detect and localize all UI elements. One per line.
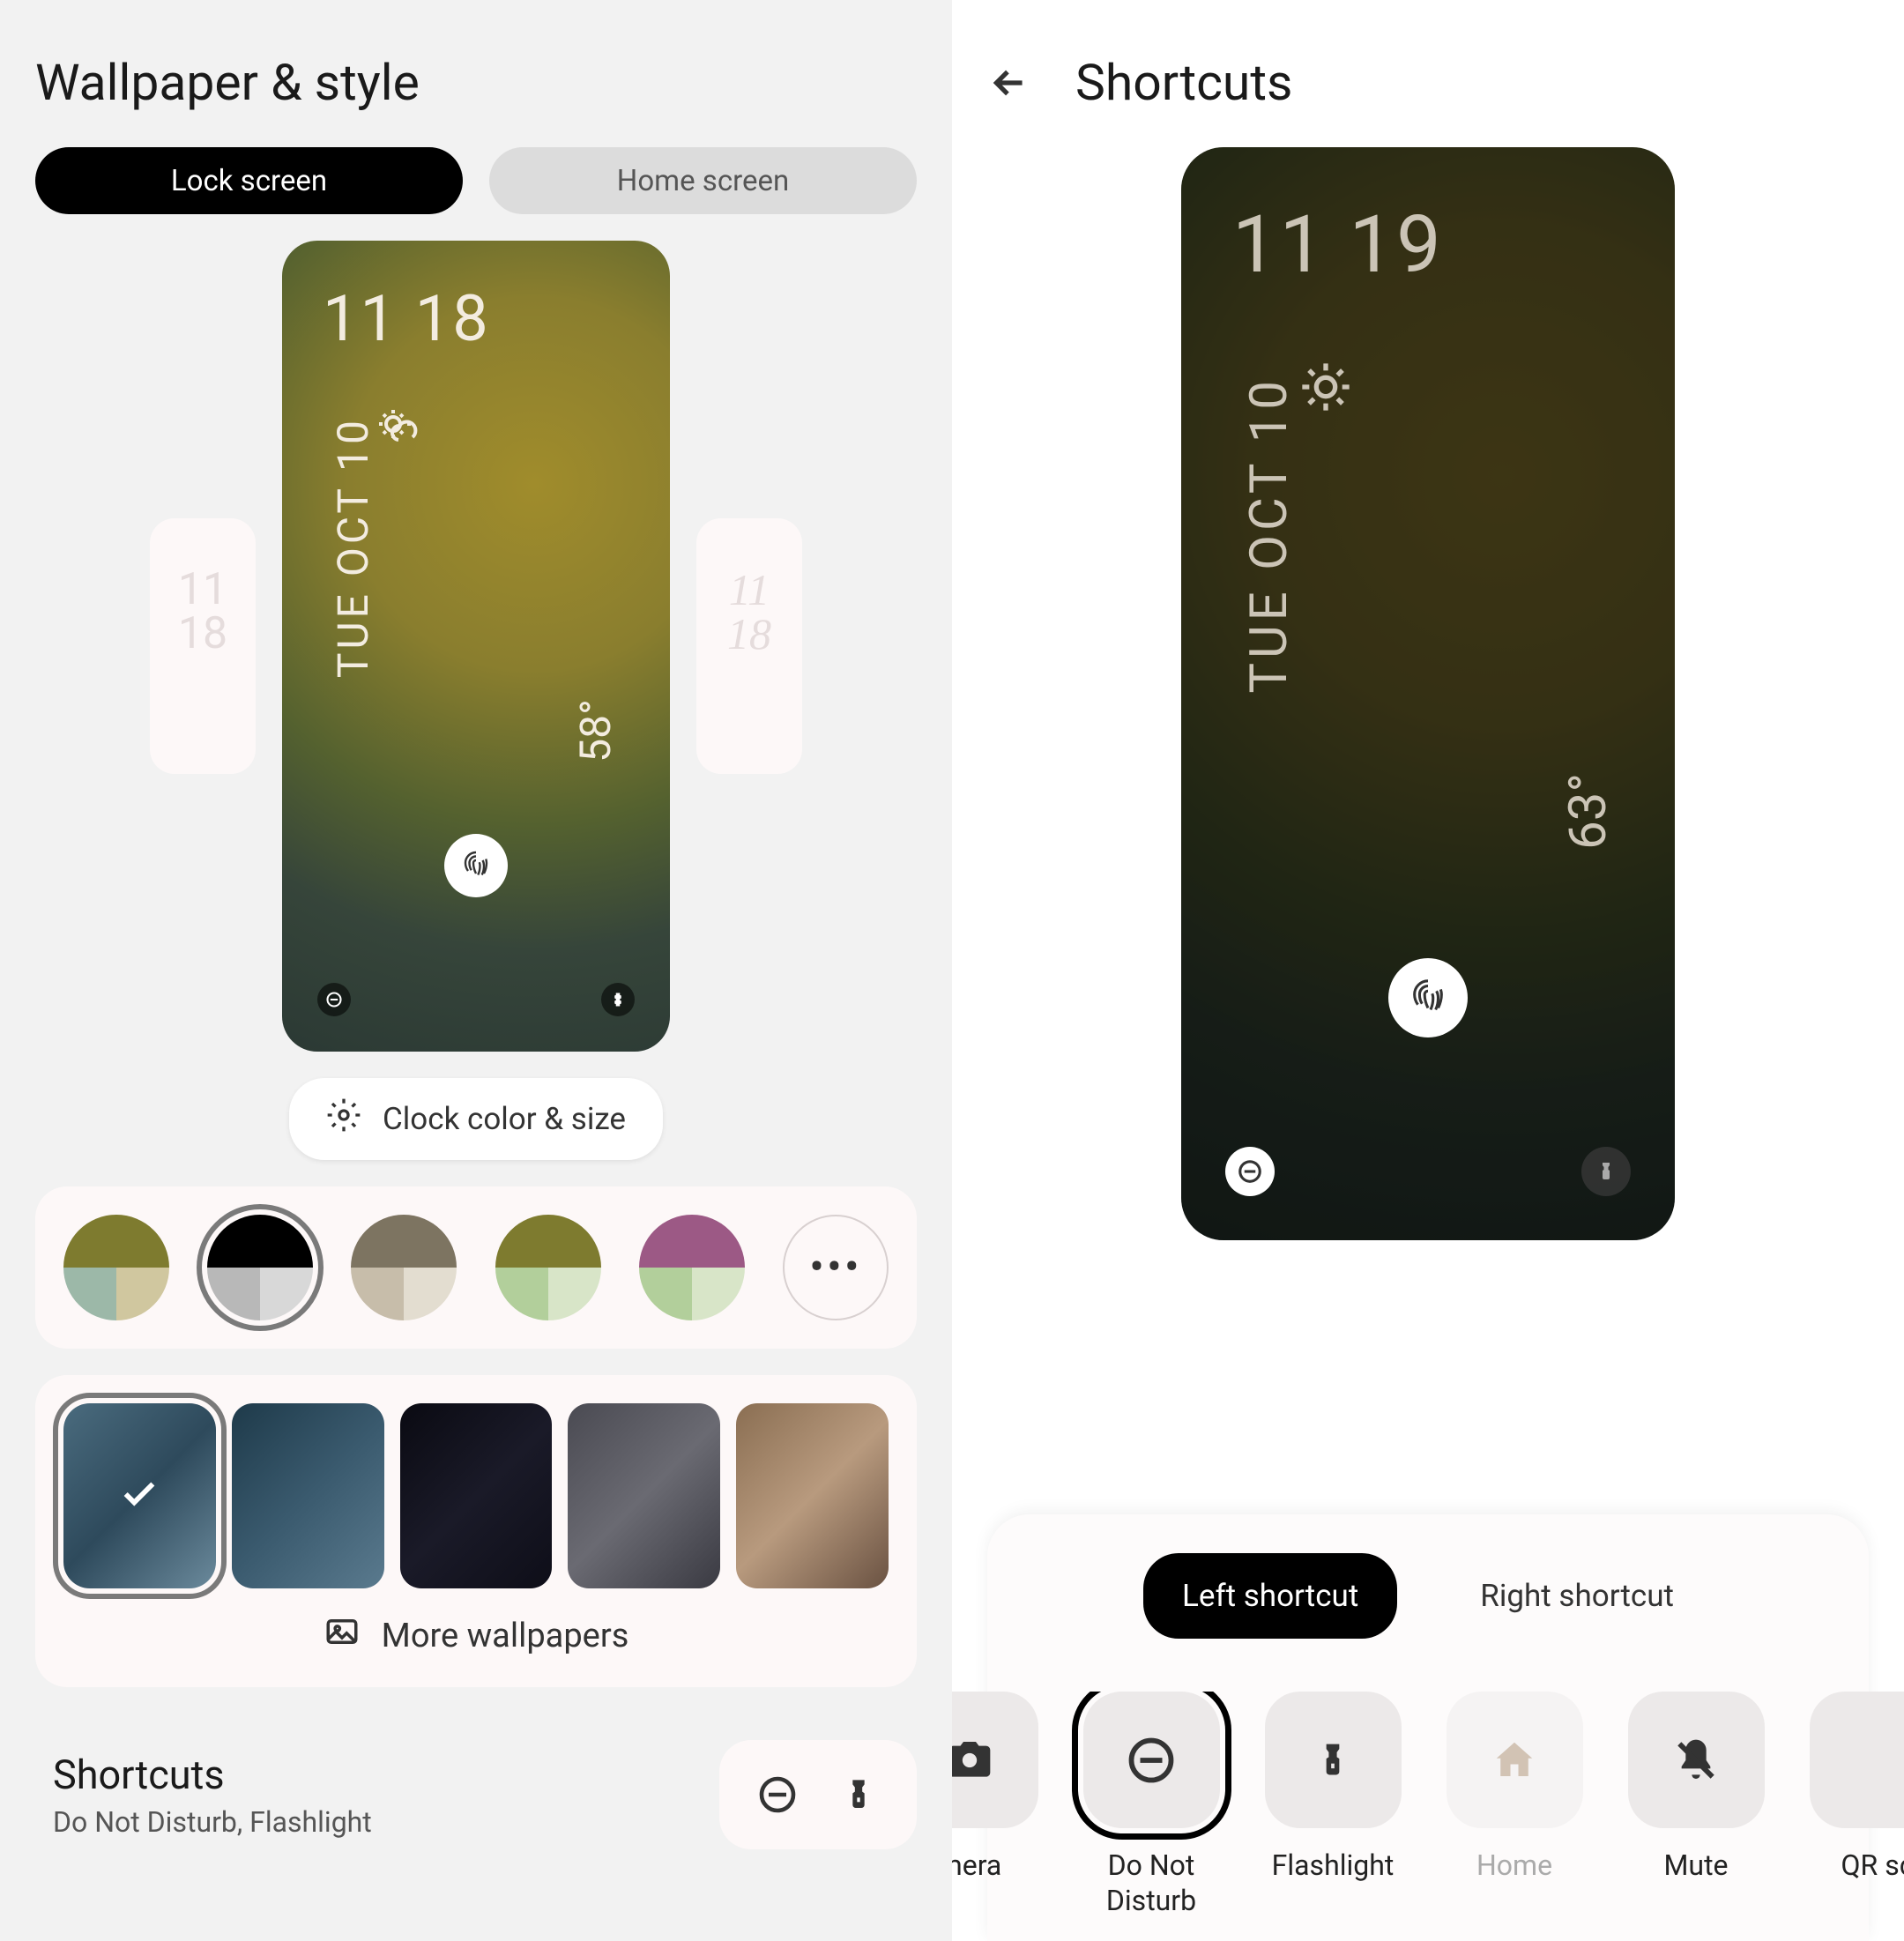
more-colors-button[interactable]: ••• (783, 1215, 889, 1320)
sun-icon (1298, 359, 1354, 419)
preview-temperature: 63° (1558, 773, 1618, 850)
page-title: Wallpaper & style (0, 0, 952, 147)
clock-style-carousel: 11 18 11 18 TUE OCT 10 58° 11 18 (0, 241, 952, 1078)
back-arrow-icon[interactable] (987, 61, 1031, 105)
shortcuts-subtitle: Do Not Disturb, Flashlight (53, 1805, 372, 1839)
option-qr[interactable]: QR sc (1798, 1692, 1904, 1918)
fingerprint-icon (444, 834, 508, 897)
sun-cloud-icon (376, 406, 418, 452)
wallpaper-thumb-3[interactable] (400, 1403, 553, 1588)
wallpaper-thumb-1[interactable] (63, 1403, 216, 1588)
lock-screen-preview[interactable]: 11 18 TUE OCT 10 58° (282, 241, 670, 1052)
tab-home-screen[interactable]: Home screen (489, 147, 917, 214)
header: Shortcuts (952, 0, 1904, 147)
preview-clock-time: 11 19 (1232, 198, 1444, 291)
shortcut-side-tabs: Left shortcut Right shortcut (987, 1553, 1869, 1639)
option-do-not-disturb[interactable]: Do Not Disturb (1072, 1692, 1231, 1918)
color-palette-panel: ••• (35, 1186, 917, 1349)
tab-right-shortcut[interactable]: Right shortcut (1441, 1553, 1713, 1639)
color-swatch-1[interactable] (63, 1215, 169, 1320)
preview-temperature: 58° (570, 699, 621, 762)
lock-screen-preview-large: 11 19 TUE OCT 10 63° (1181, 147, 1675, 1240)
preview-right-shortcut-icon (601, 983, 635, 1016)
wallpaper-panel: More wallpapers (35, 1375, 917, 1687)
clock-color-size-button[interactable]: Clock color & size (289, 1078, 663, 1160)
preview-left-shortcut-icon (317, 983, 351, 1016)
preview-left-shortcut-selected (1225, 1147, 1275, 1196)
clock-style-next[interactable]: 11 18 (696, 518, 802, 774)
color-swatch-5[interactable] (639, 1215, 745, 1320)
option-mute[interactable]: Mute (1617, 1692, 1775, 1918)
preview-clock-time: 11 18 (323, 281, 490, 356)
shortcuts-title: Shortcuts (53, 1751, 372, 1798)
wallpaper-style-screen: Wallpaper & style Lock screen Home scree… (0, 0, 952, 1941)
image-icon (324, 1613, 361, 1659)
dnd-icon (755, 1772, 800, 1818)
tab-left-shortcut[interactable]: Left shortcut (1143, 1553, 1397, 1639)
shortcuts-icons-preview (719, 1740, 917, 1849)
color-swatch-4[interactable] (495, 1215, 601, 1320)
option-flashlight[interactable]: Flashlight (1253, 1692, 1412, 1918)
wallpaper-thumb-2[interactable] (232, 1403, 384, 1588)
option-home[interactable]: Home (1435, 1692, 1594, 1918)
color-swatch-3[interactable] (351, 1215, 457, 1320)
more-wallpapers-button[interactable]: More wallpapers (63, 1613, 889, 1659)
wallpaper-thumb-5[interactable] (736, 1403, 889, 1588)
preview-date: TUE OCT 10 (1239, 376, 1299, 693)
tab-lock-screen[interactable]: Lock screen (35, 147, 463, 214)
shortcuts-section[interactable]: Shortcuts Do Not Disturb, Flashlight (0, 1714, 952, 1885)
page-title: Shortcuts (1075, 53, 1292, 112)
shortcut-picker-sheet: Left shortcut Right shortcut mera Do Not… (987, 1514, 1869, 1941)
fingerprint-icon (1388, 958, 1468, 1037)
flashlight-icon (836, 1772, 881, 1818)
color-swatch-2[interactable] (207, 1215, 313, 1320)
shortcuts-screen: Shortcuts 11 19 TUE OCT 10 63° Left shor… (952, 0, 1904, 1941)
check-icon (119, 1474, 160, 1518)
screen-tabs: Lock screen Home screen (0, 147, 952, 241)
wallpaper-thumb-4[interactable] (568, 1403, 720, 1588)
preview-date: TUE OCT 10 (328, 417, 378, 678)
clock-style-prev[interactable]: 11 18 (150, 518, 256, 774)
gear-icon (326, 1097, 361, 1141)
shortcut-options-row[interactable]: mera Do Not Disturb Flashlight Home (952, 1692, 1904, 1918)
option-camera[interactable]: mera (952, 1692, 1049, 1918)
preview-right-shortcut (1581, 1147, 1631, 1196)
